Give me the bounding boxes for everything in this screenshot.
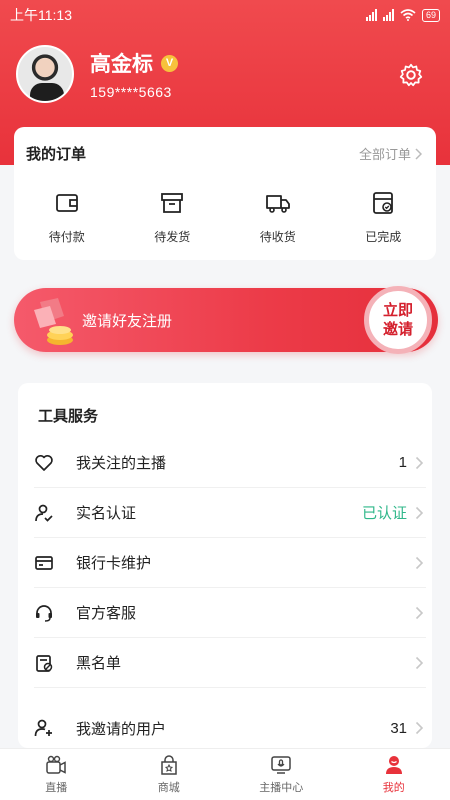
heart-icon	[35, 454, 53, 471]
shop-icon	[161, 755, 177, 775]
tab-shop[interactable]: 商城	[113, 749, 226, 800]
tool-label: 我关注的主播	[76, 455, 167, 472]
add-user-icon	[34, 719, 52, 737]
tool-row-real-name[interactable]: 实名认证 已认证	[34, 488, 426, 538]
tool-value: 31	[390, 719, 407, 737]
chevron-right-icon	[415, 556, 424, 569]
gift-coins-icon	[34, 298, 73, 345]
order-pending-receipt[interactable]: 待收货	[225, 190, 331, 245]
live-camera-icon	[46, 755, 66, 774]
order-pending-payment[interactable]: 待付款	[14, 190, 120, 245]
avatar[interactable]	[16, 45, 74, 103]
tool-row-bank-card[interactable]: 银行卡维护	[34, 538, 426, 588]
tool-label: 官方客服	[76, 605, 137, 622]
order-label: 已完成	[365, 230, 402, 244]
chevron-right-icon	[415, 506, 424, 519]
tools-title: 工具服务	[38, 408, 99, 425]
chevron-right-icon	[415, 456, 424, 469]
tool-label: 银行卡维护	[76, 555, 152, 572]
status-icons: 69	[365, 8, 440, 22]
tab-live[interactable]: 直播	[0, 749, 113, 800]
headset-icon	[36, 604, 52, 622]
orders-title: 我的订单	[26, 146, 87, 163]
verified-user-icon	[35, 504, 53, 522]
tab-label: 直播	[45, 782, 68, 794]
orders-row: 待付款 待发货 待收货 已完成	[14, 190, 436, 245]
tool-row-invited-users[interactable]: 我邀请的用户 31	[34, 703, 426, 753]
chevron-right-icon	[415, 606, 424, 619]
order-completed[interactable]: 已完成	[331, 190, 437, 245]
name-row: 高金标 V	[90, 48, 178, 78]
tab-label: 商城	[157, 782, 180, 794]
truck-icon	[265, 195, 290, 213]
tool-value: 1	[398, 454, 407, 471]
phone-number: 159****5663	[90, 84, 172, 100]
battery-indicator: 69	[421, 8, 440, 22]
gear-icon[interactable]	[398, 62, 424, 88]
tab-label: 我的	[382, 782, 405, 794]
wallet-icon	[55, 194, 78, 212]
all-orders-link[interactable]: 全部订单	[359, 144, 422, 163]
status-bar: 上午11:13 69	[0, 0, 450, 30]
tab-me[interactable]: 我的	[338, 749, 450, 800]
order-label: 待付款	[48, 230, 85, 244]
tool-label: 我邀请的用户	[76, 720, 167, 738]
blacklist-icon	[36, 654, 53, 672]
order-label: 待发货	[154, 230, 191, 244]
tab-label: 主播中心	[259, 782, 304, 794]
signal-icon-2	[382, 9, 394, 21]
invite-now-button[interactable]: 立即 邀请	[364, 286, 432, 354]
completed-icon	[373, 192, 394, 214]
tools-card: 工具服务 我关注的主播 1 实名认证 已认证 银行卡维护 官方客服 黑名单 我邀…	[18, 383, 432, 748]
signal-icon	[365, 9, 377, 21]
invite-banner[interactable]: 邀请好友注册 立即 邀请	[14, 286, 438, 354]
invite-text: 邀请好友注册	[82, 313, 173, 330]
box-icon	[161, 193, 184, 213]
tab-anchor-center[interactable]: 主播中心	[225, 749, 338, 800]
tool-label: 黑名单	[76, 655, 122, 672]
bank-card-icon	[35, 555, 53, 570]
verified-status: 已认证	[361, 505, 407, 522]
tool-row-customer-service[interactable]: 官方客服	[34, 588, 426, 638]
profile-section[interactable]: 高金标 V 159****5663	[16, 45, 178, 103]
chevron-right-icon	[415, 147, 422, 160]
user-name: 高金标	[90, 53, 153, 76]
orders-card: 我的订单 全部订单 待付款 待发货 待收货 已完成	[14, 127, 436, 260]
wifi-icon	[400, 9, 416, 21]
chevron-right-icon	[415, 721, 424, 735]
order-label: 待收货	[259, 230, 296, 244]
all-orders-label: 全部订单	[358, 147, 411, 162]
orders-header: 我的订单 全部订单	[14, 127, 436, 164]
tool-row-blacklist[interactable]: 黑名单	[34, 638, 426, 688]
invite-button-line2: 邀请	[382, 321, 413, 338]
status-time: 上午11:13	[10, 7, 72, 23]
bottom-tab-bar: 直播 商城 主播中心 我的	[0, 748, 450, 800]
profile-info: 高金标 V 159****5663	[90, 48, 178, 100]
me-icon	[385, 756, 402, 774]
vip-badge-icon: V	[161, 54, 178, 72]
invite-button-line1: 立即	[382, 302, 413, 319]
tool-label: 实名认证	[76, 505, 137, 522]
order-pending-shipment[interactable]: 待发货	[120, 190, 226, 245]
chevron-right-icon	[415, 656, 424, 669]
anchor-center-icon	[271, 756, 291, 774]
tool-row-followed-anchors[interactable]: 我关注的主播 1	[34, 438, 426, 488]
